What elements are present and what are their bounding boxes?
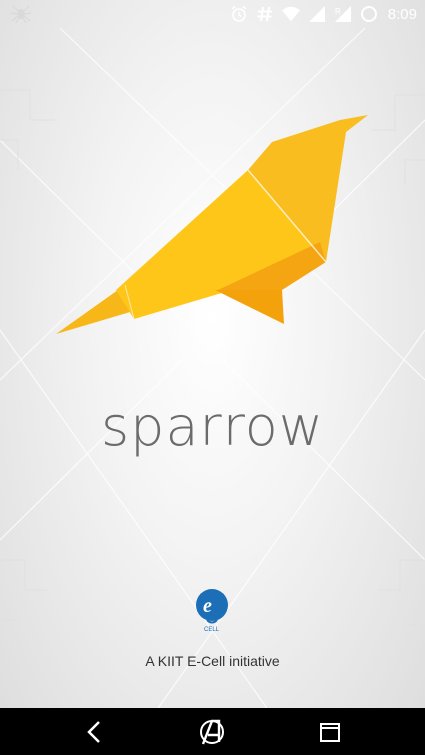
status-bar: R 8:09 bbox=[0, 0, 425, 28]
alarm-icon bbox=[231, 5, 247, 22]
recents-button[interactable] bbox=[314, 716, 346, 748]
svg-text:R: R bbox=[335, 7, 341, 16]
recents-icon bbox=[320, 723, 340, 742]
ecell-logo: e CELL bbox=[196, 589, 228, 633]
navigation-bar bbox=[0, 708, 425, 755]
wifi-icon bbox=[281, 6, 300, 22]
home-avengers-icon bbox=[200, 719, 224, 745]
back-button[interactable] bbox=[78, 716, 110, 748]
svg-text:CELL: CELL bbox=[204, 627, 220, 633]
app-name: sparrow bbox=[101, 395, 324, 458]
spider-icon bbox=[10, 5, 32, 24]
svg-text:e: e bbox=[203, 595, 212, 617]
back-icon bbox=[87, 721, 100, 743]
battery-icon bbox=[360, 6, 377, 22]
clock-time: 8:09 bbox=[387, 5, 417, 23]
tagline: A KIIT E-Cell initiative bbox=[145, 653, 280, 669]
home-button[interactable] bbox=[196, 716, 228, 748]
splash-screen: R 8:09 sparrow e CELL A KIIT E-Cell init… bbox=[0, 0, 425, 755]
signal-icon bbox=[308, 6, 325, 22]
sparrow-logo-bird bbox=[56, 115, 368, 334]
roaming-signal-icon: R bbox=[334, 6, 351, 22]
hashtag-icon bbox=[257, 6, 272, 22]
